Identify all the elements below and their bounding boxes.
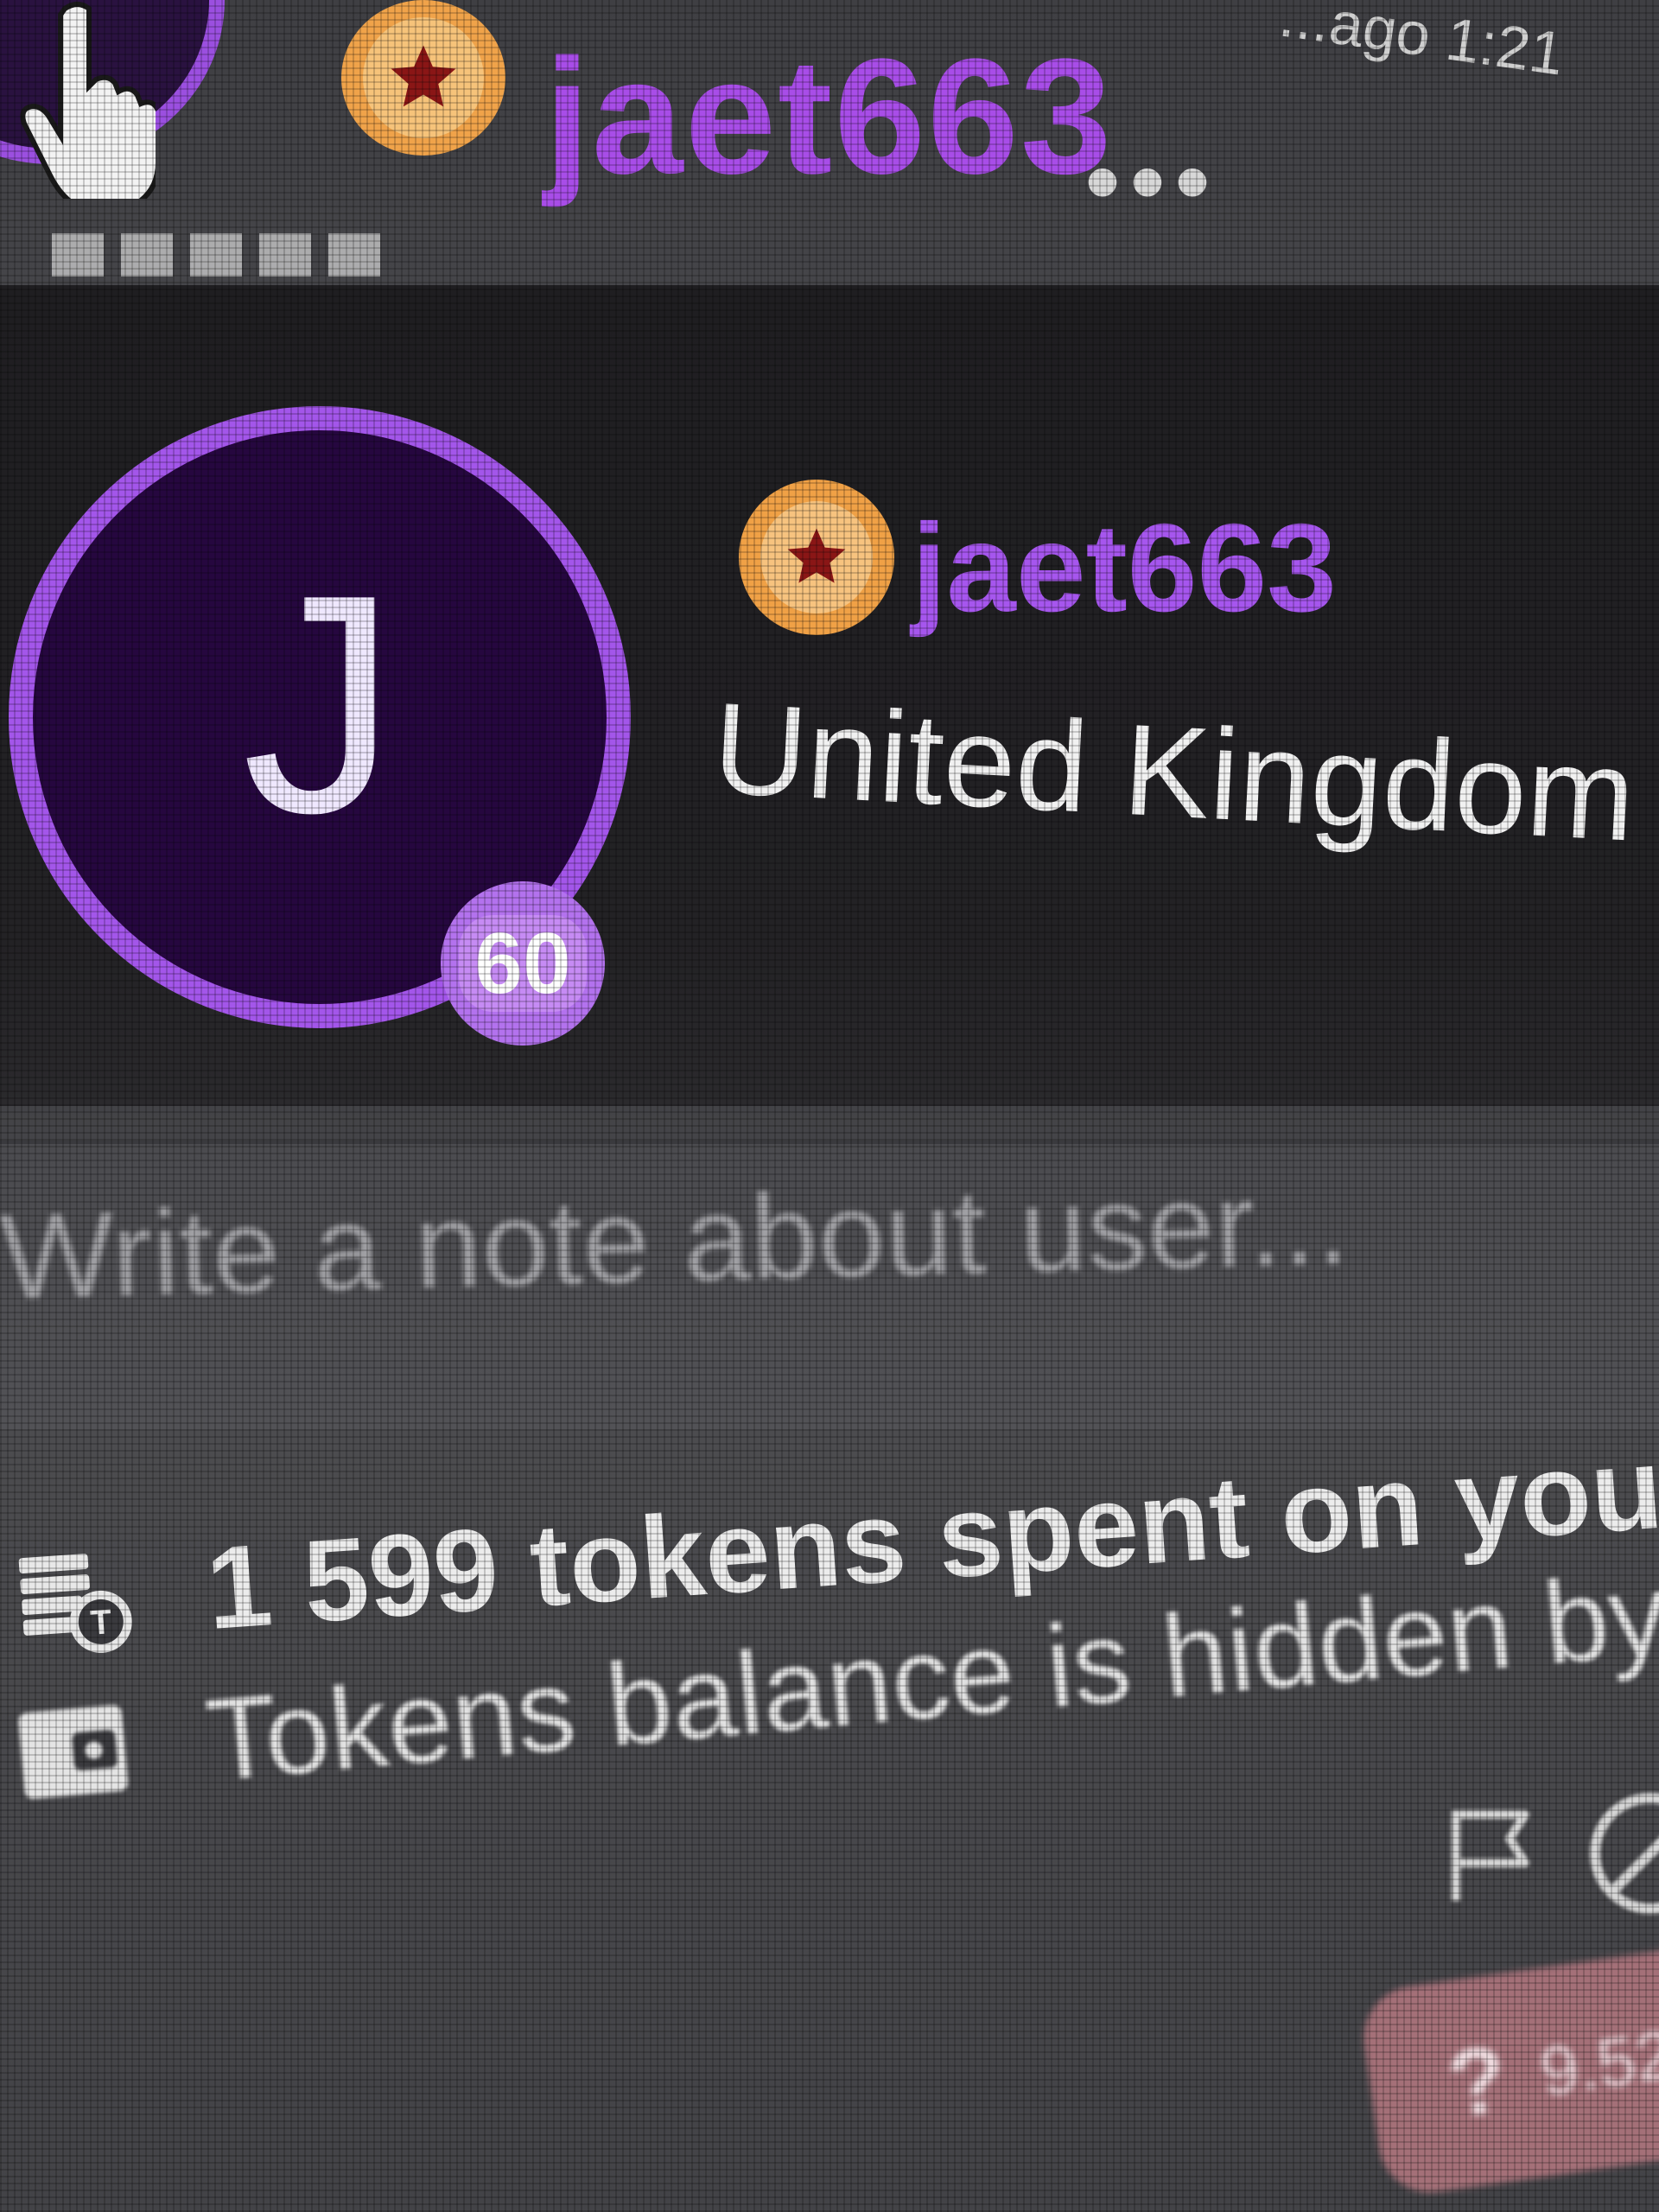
message-timestamp: ...ago 1:21 [1275, 0, 1568, 88]
svg-text:T: T [89, 1603, 112, 1643]
avatar-initial: J [242, 531, 397, 878]
star-badge-icon [739, 480, 894, 635]
profile-username[interactable]: jaet663 [912, 505, 1337, 631]
tip-value: 9.52 [1535, 2015, 1659, 2111]
profile-country: United Kingdom [709, 675, 1639, 868]
note-input[interactable] [0, 1126, 1659, 1344]
block-icon[interactable] [1581, 1784, 1659, 1923]
star-badge-icon [341, 0, 505, 156]
flag-icon[interactable] [1439, 1797, 1551, 1910]
chat-message-row: jaet663 ••• ...ago 1:21 [0, 0, 1659, 285]
level-badge: 60 [441, 881, 605, 1046]
profile-actions [0, 1771, 1659, 1944]
profile-card: J 60 jaet663 United Kingdom [0, 285, 1659, 1106]
coins-stack-icon: T [4, 1529, 143, 1667]
more-options-icon[interactable]: ••• [1084, 130, 1219, 233]
send-tip-button[interactable]: ? 9.52 [1357, 1930, 1659, 2200]
note-section [0, 1126, 1659, 1429]
user-profile-panel: jaet663 ••• ...ago 1:21 J 60 jaet663 Uni… [0, 0, 1659, 2212]
hand-pointer-icon [20, 2, 156, 199]
tip-icon: ? [1441, 2024, 1514, 2139]
message-text [52, 233, 397, 276]
message-username[interactable]: jaet663 [544, 35, 1113, 199]
level-value: 60 [459, 915, 587, 1012]
